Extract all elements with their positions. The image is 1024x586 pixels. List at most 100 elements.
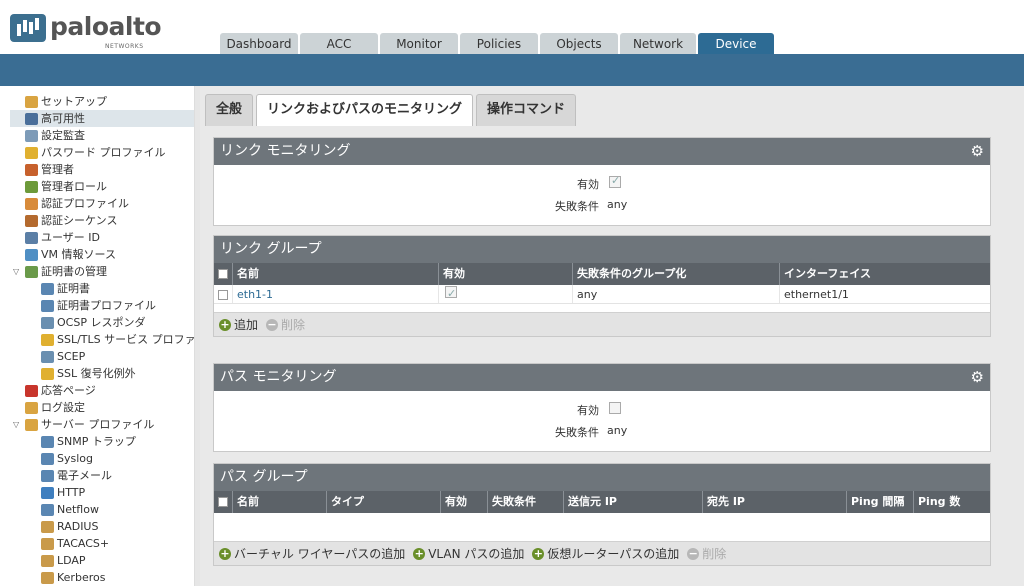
table-row[interactable]: eth1-1 any ethernet1/1 <box>214 285 990 304</box>
add-vwire-path-button[interactable]: + バーチャル ワイヤーパスの追加 <box>219 545 405 562</box>
sidebar-item-server-profiles[interactable]: ▽ サーバー プロファイル <box>10 416 194 433</box>
delete-button[interactable]: − 削除 <box>266 316 305 333</box>
logo-mark-icon <box>10 14 46 42</box>
link-group-footer: + 追加 − 削除 <box>214 312 990 336</box>
link-monitoring-header: リンク モニタリング ⚙ <box>214 138 990 165</box>
sidebar-item-netflow[interactable]: Netflow <box>10 501 194 518</box>
sidebar-item-email[interactable]: 電子メール <box>10 467 194 484</box>
sidebar-item-user-id[interactable]: ユーザー ID <box>10 229 194 246</box>
sidebar-item-ldap[interactable]: LDAP <box>10 552 194 569</box>
admin-icon <box>25 163 38 176</box>
sidebar-item-auth-sequence[interactable]: 認証シーケンス <box>10 212 194 229</box>
path-monitoring-panel: パス モニタリング ⚙ 有効 失敗条件 any <box>213 363 991 452</box>
cert-mgmt-icon <box>25 265 38 278</box>
sidebar-item-tacacs[interactable]: TACACS+ <box>10 535 194 552</box>
sidebar-item-snmp-trap[interactable]: SNMP トラップ <box>10 433 194 450</box>
row-checkbox[interactable] <box>218 290 228 300</box>
path-monitoring-header: パス モニタリング ⚙ <box>214 364 990 391</box>
sidebar-item-ssl-tls-profile[interactable]: SSL/TLS サービス プロファイル <box>10 331 194 348</box>
col-ping-count[interactable]: Ping 数 <box>914 491 990 513</box>
top-header: paloalto NETWORKS Dashboard ACC Monitor … <box>0 0 1024 56</box>
tab-acc[interactable]: ACC <box>300 33 378 56</box>
tab-objects[interactable]: Objects <box>540 33 618 56</box>
sidebar-item-ssl-decrypt-exclusion[interactable]: SSL 復号化例外 <box>10 365 194 382</box>
logo-subtext: NETWORKS <box>105 43 144 50</box>
sidebar-item-syslog[interactable]: Syslog <box>10 450 194 467</box>
delete-button[interactable]: − 削除 <box>687 545 726 562</box>
password-icon <box>25 146 38 159</box>
sidebar-item-config-audit[interactable]: 設定監査 <box>10 127 194 144</box>
sidebar-item-vm-info[interactable]: VM 情報ソース <box>10 246 194 263</box>
sidebar-item-certificates[interactable]: 証明書 <box>10 280 194 297</box>
col-dest-ip[interactable]: 宛先 IP <box>703 491 847 513</box>
path-failure-label: 失敗条件 <box>555 426 599 439</box>
syslog-icon <box>41 452 54 465</box>
tab-network[interactable]: Network <box>620 33 696 56</box>
subtab-link-path-monitoring[interactable]: リンクおよびパスのモニタリング <box>256 94 474 126</box>
col-name[interactable]: 名前 <box>233 491 327 513</box>
collapse-triangle-icon[interactable]: ▽ <box>13 263 25 280</box>
tab-monitor[interactable]: Monitor <box>380 33 458 56</box>
link-group-name[interactable]: eth1-1 <box>233 285 439 303</box>
plus-icon: + <box>413 546 426 560</box>
plus-icon: + <box>219 317 231 331</box>
link-enabled-checkbox[interactable] <box>609 174 621 188</box>
sidebar-item-password-profile[interactable]: パスワード プロファイル <box>10 144 194 161</box>
gear-icon[interactable]: ⚙ <box>971 142 984 160</box>
path-enabled-checkbox[interactable] <box>609 402 621 414</box>
col-failure-group[interactable]: 失敗条件のグループ化 <box>573 263 780 285</box>
snmp-icon <box>41 435 54 448</box>
select-all-checkbox[interactable] <box>218 269 228 279</box>
tab-policies[interactable]: Policies <box>460 33 538 56</box>
col-failure[interactable]: 失敗条件 <box>488 491 564 513</box>
sidebar-item-scep[interactable]: SCEP <box>10 348 194 365</box>
nav-band <box>0 54 1024 86</box>
link-failure-value: any <box>607 198 628 211</box>
sidebar-item-high-availability[interactable]: 高可用性 <box>10 110 194 127</box>
col-enabled[interactable]: 有効 <box>441 491 488 513</box>
link-group-failure: any <box>573 285 780 303</box>
sub-tabs: 全般 リンクおよびパスのモニタリング 操作コマンド <box>205 94 577 126</box>
col-name[interactable]: 名前 <box>233 263 439 285</box>
col-source-ip[interactable]: 送信元 IP <box>564 491 703 513</box>
sidebar-item-http[interactable]: HTTP <box>10 484 194 501</box>
link-group-header: リンク グループ <box>214 236 990 263</box>
select-all-checkbox[interactable] <box>218 497 228 507</box>
path-enabled-label: 有効 <box>577 404 599 417</box>
email-icon <box>41 469 54 482</box>
tab-device[interactable]: Device <box>698 33 774 56</box>
col-type[interactable]: タイプ <box>327 491 441 513</box>
add-button[interactable]: + 追加 <box>219 316 258 333</box>
col-interface[interactable]: インターフェイス <box>780 263 990 285</box>
kerberos-icon <box>41 571 54 584</box>
path-group-footer: + バーチャル ワイヤーパスの追加 + VLAN パスの追加 + 仮想ルーターパスの追… <box>214 541 990 565</box>
add-virtual-router-path-button[interactable]: + 仮想ルーターパスの追加 <box>532 545 679 562</box>
sidebar-item-response-pages[interactable]: 応答ページ <box>10 382 194 399</box>
sidebar-item-admin-roles[interactable]: 管理者ロール <box>10 178 194 195</box>
subtab-general[interactable]: 全般 <box>205 94 254 126</box>
link-monitoring-panel: リンク モニタリング ⚙ 有効 失敗条件 any <box>213 137 991 226</box>
sidebar-item-setup[interactable]: セットアップ <box>10 93 194 110</box>
sidebar-item-auth-profile[interactable]: 認証プロファイル <box>10 195 194 212</box>
col-enabled[interactable]: 有効 <box>439 263 573 285</box>
sidebar-item-admins[interactable]: 管理者 <box>10 161 194 178</box>
collapse-triangle-icon[interactable]: ▽ <box>13 416 25 433</box>
sidebar-item-cert-profile[interactable]: 証明書プロファイル <box>10 297 194 314</box>
tab-dashboard[interactable]: Dashboard <box>220 33 298 56</box>
sidebar-item-cert-management[interactable]: ▽ 証明書の管理 <box>10 263 194 280</box>
plus-icon: + <box>219 546 231 560</box>
main-content: 全般 リンクおよびパスのモニタリング 操作コマンド リンク モニタリング ⚙ 有… <box>200 86 1024 586</box>
sidebar-item-log-settings[interactable]: ログ設定 <box>10 399 194 416</box>
paloalto-logo: paloalto NETWORKS <box>10 10 162 50</box>
path-group-panel: パス グループ 名前 タイプ 有効 失敗条件 送信元 IP 宛先 IP Ping… <box>213 463 991 566</box>
scep-icon <box>41 350 54 363</box>
subtab-operational-commands[interactable]: 操作コマンド <box>476 94 577 126</box>
sidebar-item-radius[interactable]: RADIUS <box>10 518 194 535</box>
sidebar-item-ocsp[interactable]: OCSP レスポンダ <box>10 314 194 331</box>
response-page-icon <box>25 384 38 397</box>
netflow-icon <box>41 503 54 516</box>
col-ping-interval[interactable]: Ping 間隔 <box>847 491 914 513</box>
gear-icon[interactable]: ⚙ <box>971 368 984 386</box>
add-vlan-path-button[interactable]: + VLAN パスの追加 <box>413 545 524 562</box>
sidebar-item-kerberos[interactable]: Kerberos <box>10 569 194 586</box>
